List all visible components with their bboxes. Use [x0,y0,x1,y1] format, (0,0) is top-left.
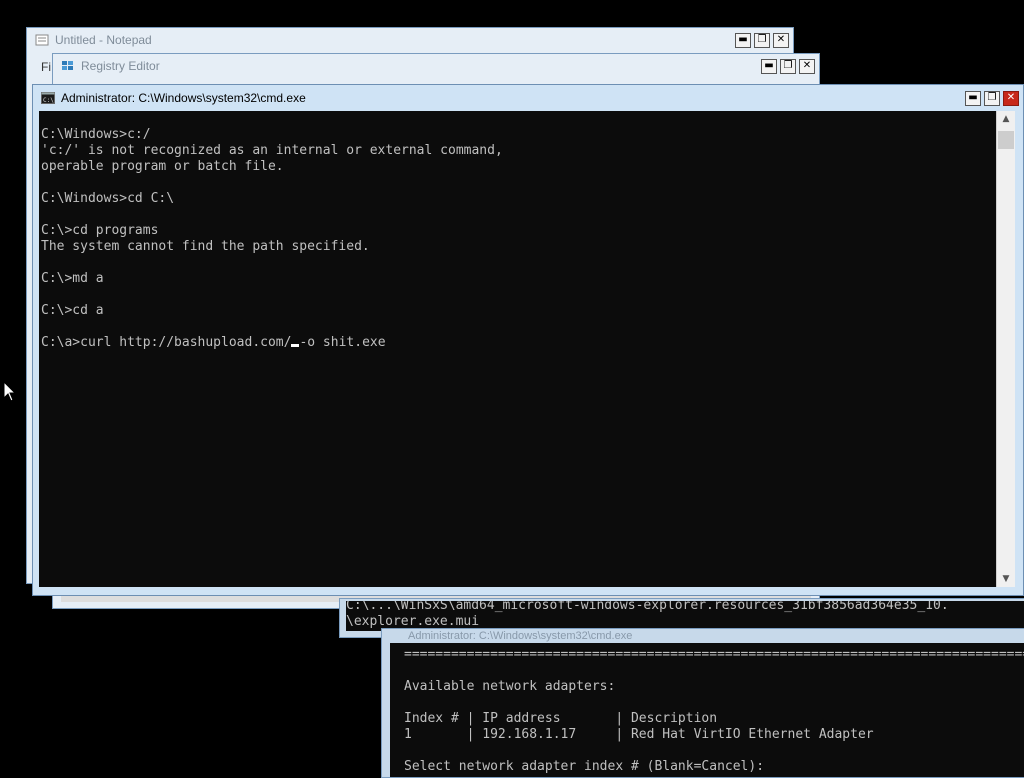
console-input-rest: -o shit.exe [299,335,386,350]
notepad-title: Untitled - Notepad [55,33,152,47]
regedit-titlebar[interactable]: Registry Editor ▬ ❐ ✕ [53,54,819,78]
cmd-back-line: C:\...\WinSxS\amd64_microsoft-windows-ex… [346,601,949,613]
console-line: C:\>cd programs [41,223,159,238]
adapters-header: Index # | IP address | Description [404,711,718,726]
console-line: operable program or batch file. [41,159,284,174]
maximize-icon: ❐ [757,34,767,45]
cmd-scrollbar[interactable]: ▲ ▼ [996,111,1015,587]
close-icon: ✕ [1006,92,1016,103]
console-line: The system cannot find the path specifie… [41,239,370,254]
chevron-down-icon: ▼ [1002,574,1010,584]
adapters-heading: Available network adapters: [404,679,616,694]
cmd-console[interactable]: C:\Windows>c:/'c:/' is not recognized as… [39,111,997,587]
console-output: C:\Windows>c:/'c:/' is not recognized as… [41,127,997,335]
cmd-main-title: Administrator: C:\Windows\system32\cmd.e… [61,91,306,105]
regedit-title: Registry Editor [81,59,160,73]
console-line: C:\Windows>cd C:\ [41,191,175,206]
notepad-close-button[interactable]: ✕ [773,32,789,48]
maximize-icon: ❐ [783,60,793,71]
scroll-down-button[interactable]: ▼ [997,571,1015,587]
cmd-window-network[interactable]: Administrator: C:\Windows\system32\cmd.e… [381,628,1024,778]
cmd-close-button[interactable]: ✕ [1003,90,1019,106]
notepad-minimize-button[interactable]: ▬ [735,32,751,48]
cmd-network-console: ========================================… [390,643,1024,777]
cmd-window-main[interactable]: C:\ Administrator: C:\Windows\system32\c… [32,84,1024,596]
minimize-icon: ▬ [764,60,774,71]
close-icon: ✕ [802,60,812,71]
console-line: 'c:/' is not recognized as an internal o… [41,143,503,158]
adapter-row: 1 | 192.168.1.17 | Red Hat VirtIO Ethern… [404,727,874,742]
chevron-up-icon: ▲ [1002,114,1010,124]
minimize-icon: ▬ [738,34,748,45]
mouse-pointer-icon [3,381,17,402]
cmd-network-titlebar[interactable]: Administrator: C:\Windows\system32\cmd.e… [382,629,1024,643]
console-line: C:\>cd a [41,303,104,318]
notepad-file-menu[interactable]: Fi [41,60,51,74]
close-icon: ✕ [776,34,786,45]
scroll-thumb[interactable] [998,131,1014,149]
cmd-network-title: Administrator: C:\Windows\system32\cmd.e… [408,630,633,642]
notepad-icon [35,34,49,46]
console-line: C:\Windows>c:/ [41,127,151,142]
maximize-icon: ❐ [987,92,997,103]
cmd-main-titlebar[interactable]: C:\ Administrator: C:\Windows\system32\c… [33,85,1023,111]
separator-line: ========================================… [404,647,1024,662]
console-input-text: C:\a>curl http://bashupload.com/ [41,335,292,350]
notepad-maximize-button[interactable]: ❐ [754,32,770,48]
minimize-icon: ▬ [968,92,978,103]
registry-icon [62,61,73,70]
regedit-minimize-button[interactable]: ▬ [761,58,777,74]
scroll-up-button[interactable]: ▲ [997,111,1015,127]
adapter-prompt: Select network adapter index # (Blank=Ca… [404,759,765,774]
cmd-back-console: C:\...\WinSxS\amd64_microsoft-windows-ex… [346,601,1024,631]
console-line: C:\>md a [41,271,104,286]
svg-text:C:\: C:\ [43,97,54,104]
regedit-close-button[interactable]: ✕ [799,58,815,74]
cmd-minimize-button[interactable]: ▬ [965,90,981,106]
regedit-maximize-button[interactable]: ❐ [780,58,796,74]
cmd-icon: C:\ [41,92,55,104]
console-input-line[interactable]: C:\a>curl http://bashupload.com/ -o shit.… [41,335,997,351]
cmd-maximize-button[interactable]: ❐ [984,90,1000,106]
notepad-titlebar[interactable]: Untitled - Notepad ▬ ❐ ✕ [27,28,793,52]
